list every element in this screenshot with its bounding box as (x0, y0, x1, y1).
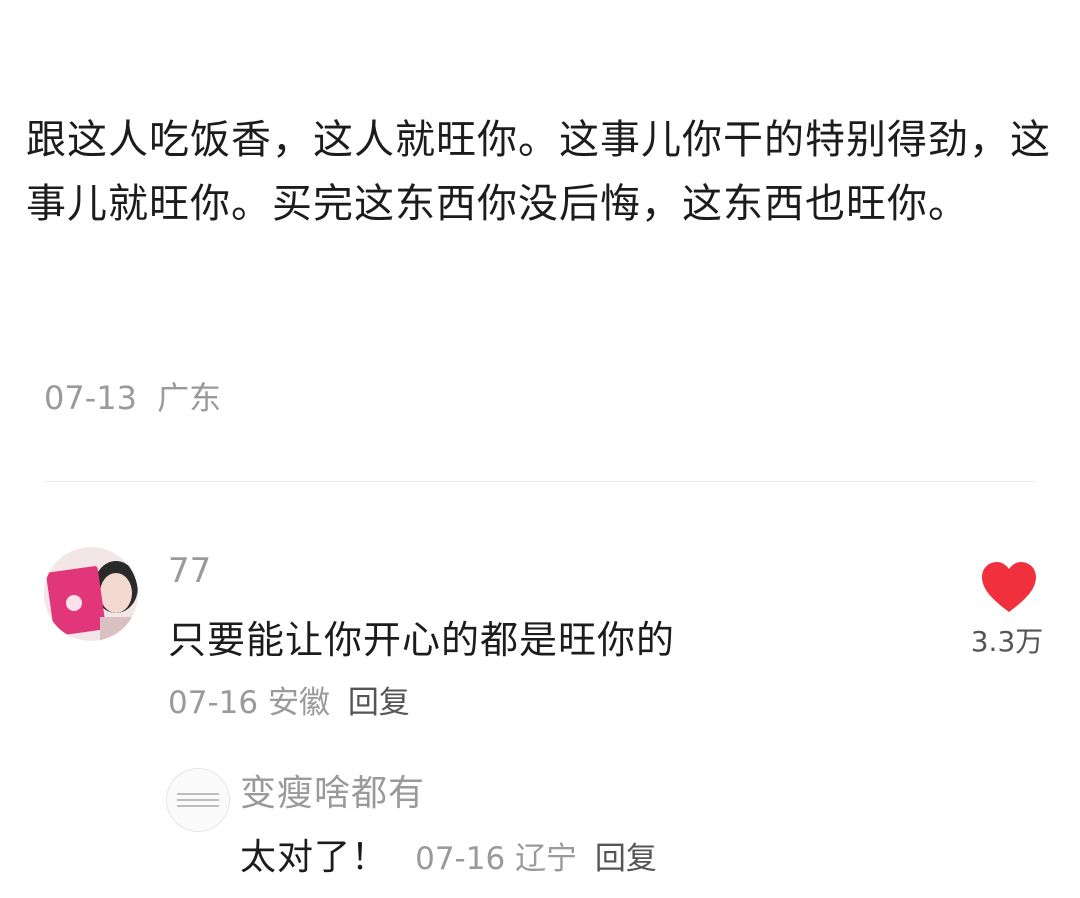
comment-location: 安徽 (267, 685, 330, 721)
reply-reply-button[interactable]: 回复 (595, 841, 657, 877)
reply-meta: 07-16 辽宁 回复 (415, 841, 657, 877)
reply-text: 太对了！ (240, 837, 389, 878)
comment-avatar[interactable] (44, 547, 138, 641)
comment-reply-button[interactable]: 回复 (348, 685, 410, 721)
reply-avatar-image (167, 769, 229, 831)
post-date: 07-13 (44, 379, 137, 417)
divider (44, 481, 1036, 482)
like-count: 3.3万 (970, 625, 1044, 658)
heart-icon[interactable] (980, 560, 1038, 614)
reply-author-name[interactable]: 变瘦啥都有 (240, 770, 425, 818)
reply-location: 辽宁 (515, 841, 578, 877)
avatar-photo (44, 547, 138, 641)
like-heart-shape (982, 562, 1036, 612)
reply-line: 太对了！ 07-16 辽宁 回复 (240, 834, 657, 888)
reply-avatar[interactable] (166, 768, 230, 832)
post-body-text: 跟这人吃饭香，这人就旺你。这事儿你干的特别得劲，这事儿就旺你。买完这东西你没后悔… (26, 117, 1051, 227)
comment-date: 07-16 (168, 685, 259, 721)
post-location: 广东 (157, 379, 222, 417)
reply-date: 07-16 (415, 841, 506, 877)
comment-text: 只要能让你开心的都是旺你的 (168, 618, 676, 662)
post-meta: 07-13 广东 (44, 374, 221, 422)
comment-author-name[interactable]: 77 (168, 548, 211, 594)
comment-meta: 07-16 安徽 回复 (168, 680, 410, 726)
